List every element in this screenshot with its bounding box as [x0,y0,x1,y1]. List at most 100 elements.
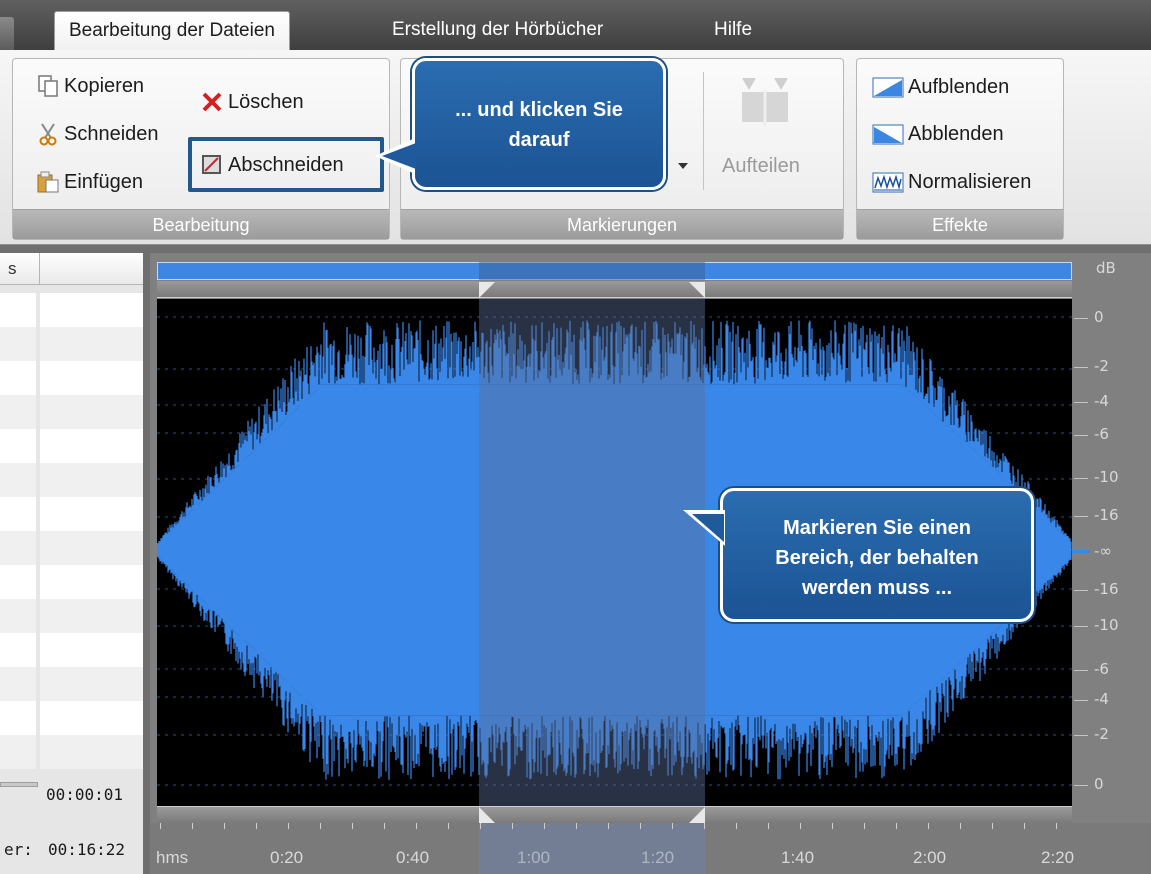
db-tick-label: -10 [1094,468,1119,486]
file-list-cell [0,293,36,327]
normalize-label: Normalisieren [908,170,1032,193]
file-list-cell [40,497,143,531]
selection-end-marker-bottom[interactable] [689,807,705,823]
menu-tab-bar: Bearbeitung der Dateien Erstellung der H… [0,0,1151,50]
file-list-row[interactable] [0,565,143,599]
file-list-cell [40,667,143,701]
copy-label: Kopieren [64,74,145,97]
ribbon-separator [703,72,704,190]
timeline-tick [640,823,641,829]
column-separator [39,253,40,285]
selection-start-marker-bottom[interactable] [479,807,495,823]
db-unit-label: dB [1096,259,1116,277]
file-list-row[interactable] [0,735,143,769]
selection-region[interactable] [479,299,705,806]
callout-click-instruction: ... und klicken Sie darauf [412,58,666,190]
callout-top-pointer-fill [382,143,416,169]
timeline-tick [704,823,705,829]
db-tick-label: -2 [1094,725,1109,743]
timeline-tick [160,823,161,829]
file-list-row[interactable] [0,633,143,667]
file-list-row[interactable] [0,701,143,735]
file-list-cell [0,327,36,361]
timeline-tick [576,823,577,829]
file-list-cell [0,395,36,429]
paste-button[interactable]: Einfügen [36,170,143,194]
fade-in-button[interactable]: Aufblenden [872,75,1009,99]
overview-selection [479,262,705,280]
timeline-tick [960,823,961,829]
file-list-cell [40,599,143,633]
selection-slider-track[interactable] [0,782,38,787]
timeline-tick [672,823,673,829]
dropdown-arrow-icon[interactable] [678,163,688,169]
selection-duration: 00:00:01 [46,785,124,804]
split-button[interactable]: Aufteilen [722,155,800,178]
file-list-row[interactable] [0,599,143,633]
selection-end-marker-top[interactable] [689,282,705,298]
cut-label: Schneiden [64,122,159,145]
timeline-tick [448,823,449,829]
delete-button[interactable]: Löschen [200,90,304,114]
fade-out-label: Abblenden [908,122,1004,145]
total-duration-label: er: [4,840,33,859]
db-tick [1074,626,1088,627]
timeline-tick [608,823,609,829]
normalize-button[interactable]: Normalisieren [872,170,1031,194]
copy-button[interactable]: Kopieren [36,74,144,98]
file-list-row[interactable] [0,429,143,463]
fade-in-label: Aufblenden [908,75,1010,98]
cut-button[interactable]: Schneiden [36,122,159,146]
timeline-tick [512,823,513,829]
file-list-cell [40,701,143,735]
delete-x-icon [200,90,224,114]
tab-hilfe[interactable]: Hilfe [700,11,766,50]
trim-button-highlight [188,137,384,192]
file-list-cell [40,361,143,395]
file-list-row[interactable] [0,667,143,701]
timeline-tick-label: 0:20 [270,848,304,867]
group-label-effekte: Effekte [857,209,1063,239]
file-list-cell [40,633,143,667]
file-list-cell [0,667,36,701]
selection-start-marker-top[interactable] [479,282,495,298]
file-list-row[interactable] [0,293,143,327]
timeline-tick-label: 0:40 [396,848,430,867]
db-tick-label: 0 [1094,775,1104,793]
file-list-cell [0,565,36,599]
callout-mid-pointer-fill [692,514,724,542]
file-list-cell [0,463,36,497]
file-list-cell [0,429,36,463]
file-list-cell [40,395,143,429]
db-tick [1074,402,1088,403]
file-list-row[interactable] [0,497,143,531]
fade-in-icon [872,75,904,99]
timeline-tick [288,823,289,829]
selection-ruler-top [157,281,1072,298]
file-list-cell [40,735,143,769]
file-list-cell [40,565,143,599]
fade-out-icon [872,122,904,146]
file-list-row[interactable] [0,327,143,361]
timeline-tick [864,823,865,829]
file-list-row[interactable] [0,463,143,497]
db-tick [1074,478,1088,479]
file-list-row[interactable] [0,395,143,429]
timeline-tick-label: 1:20 [641,848,675,867]
fade-out-button[interactable]: Abblenden [872,122,1004,146]
file-list-row[interactable] [0,531,143,565]
file-list-row[interactable] [0,361,143,395]
tab-stub[interactable] [0,17,14,50]
timeline-tick [384,823,385,829]
timeline-tick [192,823,193,829]
file-list-column-header[interactable]: s [8,259,17,279]
db-tick [1074,735,1088,736]
db-tick-label: -16 [1094,580,1119,598]
file-list-cell [0,633,36,667]
tab-erstellung-der-hoerbuecher[interactable]: Erstellung der Hörbücher [378,11,617,50]
db-tick-label: -∞ [1094,542,1112,560]
tab-bearbeitung-der-dateien[interactable]: Bearbeitung der Dateien [54,11,290,50]
file-list-cell [40,463,143,497]
db-tick [1074,700,1088,701]
timeline-tick [1024,823,1025,829]
